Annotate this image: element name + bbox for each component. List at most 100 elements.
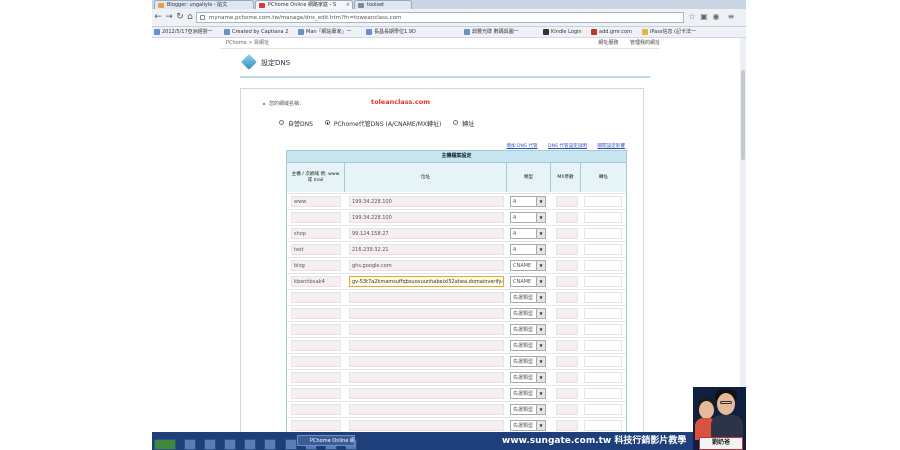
mx-priority-input[interactable] <box>556 308 578 319</box>
forward-arrow-icon[interactable]: → <box>164 11 174 23</box>
dropdown-arrow-icon[interactable]: ▼ <box>536 389 545 398</box>
folder-icon[interactable] <box>224 439 237 450</box>
redirect-cell[interactable] <box>584 340 622 351</box>
dropdown-arrow-icon[interactable]: ▼ <box>536 341 545 350</box>
help-link[interactable]: DNS 代管設定說明 <box>548 144 587 149</box>
reload-icon[interactable]: ↻ <box>175 11 185 23</box>
record-type-select[interactable]: 先選類型 ▼ <box>510 404 546 415</box>
back-arrow-icon[interactable]: ← <box>153 11 163 23</box>
address-input[interactable]: gv-53t7a2kmamsuffqbsuovuunhabeixl52ahea.… <box>349 276 504 287</box>
start-button-icon[interactable] <box>154 439 176 450</box>
tab-pchome[interactable]: PChome Online 網路家庭 - S × <box>255 0 353 9</box>
tab-blogger[interactable]: Blogger: ungaliyle - 貼文 <box>154 0 254 9</box>
dropdown-arrow-icon[interactable]: ▼ <box>536 373 545 382</box>
address-input[interactable]: 216.239.32.21 <box>349 244 504 255</box>
redirect-cell[interactable] <box>584 404 622 415</box>
dropdown-arrow-icon[interactable]: ▼ <box>536 309 545 318</box>
address-input[interactable] <box>349 372 504 383</box>
mx-priority-input[interactable] <box>556 228 578 239</box>
redirect-cell[interactable] <box>584 244 622 255</box>
mx-priority-input[interactable] <box>556 340 578 351</box>
host-input[interactable] <box>291 324 341 335</box>
host-input[interactable] <box>291 340 341 351</box>
radio-redirect[interactable]: 轉址 <box>453 119 474 128</box>
dropdown-arrow-icon[interactable]: ▼ <box>536 229 545 238</box>
redirect-cell[interactable] <box>584 260 622 271</box>
home-icon[interactable]: ⌂ <box>185 11 195 23</box>
record-type-select[interactable]: 先選類型 ▼ <box>510 324 546 335</box>
ie-icon[interactable] <box>184 439 197 450</box>
redirect-cell[interactable] <box>584 212 622 223</box>
dropdown-arrow-icon[interactable]: ▼ <box>536 261 545 270</box>
address-input[interactable] <box>349 308 504 319</box>
star-icon[interactable]: ☆ <box>687 12 697 22</box>
dropdown-arrow-icon[interactable]: ▼ <box>536 245 545 254</box>
redirect-cell[interactable] <box>584 324 622 335</box>
app-icon[interactable] <box>244 439 257 450</box>
bookmark-item[interactable]: iPass信息 (記卡法一 <box>642 28 696 36</box>
dropdown-arrow-icon[interactable]: ▼ <box>536 325 545 334</box>
host-input[interactable]: test <box>291 244 341 255</box>
redirect-cell[interactable] <box>584 372 622 383</box>
mx-priority-input[interactable] <box>556 420 578 431</box>
skype-icon[interactable]: ◉ <box>711 12 721 22</box>
address-input[interactable]: 99.124.158.27 <box>349 228 504 239</box>
mx-priority-input[interactable] <box>556 244 578 255</box>
top-link[interactable]: 管理我的網址 <box>630 40 660 46</box>
host-input[interactable]: kbenhbxak4 <box>291 276 341 287</box>
chrome-icon[interactable] <box>204 439 217 450</box>
bookmark-item[interactable]: 2012/5/17亞洲經營一 <box>154 28 213 36</box>
mx-priority-input[interactable] <box>556 388 578 399</box>
taskbar-window-button[interactable]: PChome Online 網路 <box>297 435 355 446</box>
record-type-select[interactable]: A ▼ <box>510 212 546 223</box>
breadcrumb[interactable]: PChome > 買網址 <box>226 39 269 47</box>
redirect-cell[interactable] <box>584 292 622 303</box>
record-type-select[interactable]: 先選類型 ▼ <box>510 420 546 431</box>
dropdown-arrow-icon[interactable]: ▼ <box>536 293 545 302</box>
mx-priority-input[interactable] <box>556 324 578 335</box>
vertical-scrollbar[interactable] <box>740 38 746 432</box>
mx-priority-input[interactable] <box>556 292 578 303</box>
host-input[interactable] <box>291 356 341 367</box>
address-input[interactable]: ghs.google.com <box>349 260 504 271</box>
redirect-cell[interactable] <box>584 420 622 431</box>
redirect-cell[interactable] <box>584 308 622 319</box>
dropdown-arrow-icon[interactable]: ▼ <box>536 277 545 286</box>
help-link[interactable]: 增加 DNS 代管 <box>506 144 537 149</box>
radio-self-dns[interactable]: 自營DNS <box>279 119 313 128</box>
bookmark-item[interactable]: Man「網站專家」一 <box>298 28 352 36</box>
menu-icon[interactable]: ≡ <box>726 12 736 22</box>
bookmark-item[interactable]: Created by Captiana 2 <box>224 28 288 36</box>
record-type-select[interactable]: A ▼ <box>510 244 546 255</box>
host-input[interactable] <box>291 388 341 399</box>
bookmark-item[interactable]: 鼎豐光碟 數碼與圖一 <box>464 28 519 36</box>
record-type-select[interactable]: 先選類型 ▼ <box>510 340 546 351</box>
redirect-cell[interactable] <box>584 388 622 399</box>
dropdown-arrow-icon[interactable]: ▼ <box>536 197 545 206</box>
redirect-cell[interactable] <box>584 276 622 287</box>
redirect-cell[interactable] <box>584 228 622 239</box>
redirect-cell[interactable] <box>584 356 622 367</box>
mx-priority-input[interactable] <box>556 372 578 383</box>
dropdown-arrow-icon[interactable]: ▼ <box>536 357 545 366</box>
host-input[interactable] <box>291 292 341 303</box>
mx-priority-input[interactable] <box>556 260 578 271</box>
host-input[interactable] <box>291 308 341 319</box>
scrollbar-thumb[interactable] <box>741 70 745 160</box>
mx-priority-input[interactable] <box>556 404 578 415</box>
tab-toolset[interactable]: toolset <box>354 0 412 9</box>
dropdown-arrow-icon[interactable]: ▼ <box>536 421 545 430</box>
host-input[interactable]: www <box>291 196 341 207</box>
record-type-select[interactable]: 先選類型 ▼ <box>510 292 546 303</box>
extension-icon[interactable]: ▣ <box>699 12 709 22</box>
help-link[interactable]: 關閉設定影響 <box>597 144 625 149</box>
address-input[interactable] <box>349 404 504 415</box>
dropdown-arrow-icon[interactable]: ▼ <box>536 213 545 222</box>
address-input[interactable] <box>349 324 504 335</box>
host-input[interactable] <box>291 404 341 415</box>
address-input[interactable] <box>349 340 504 351</box>
record-type-select[interactable]: A ▼ <box>510 228 546 239</box>
top-link[interactable]: 網址服務 <box>598 40 618 46</box>
app-icon[interactable] <box>264 439 277 450</box>
host-input[interactable] <box>291 212 341 223</box>
